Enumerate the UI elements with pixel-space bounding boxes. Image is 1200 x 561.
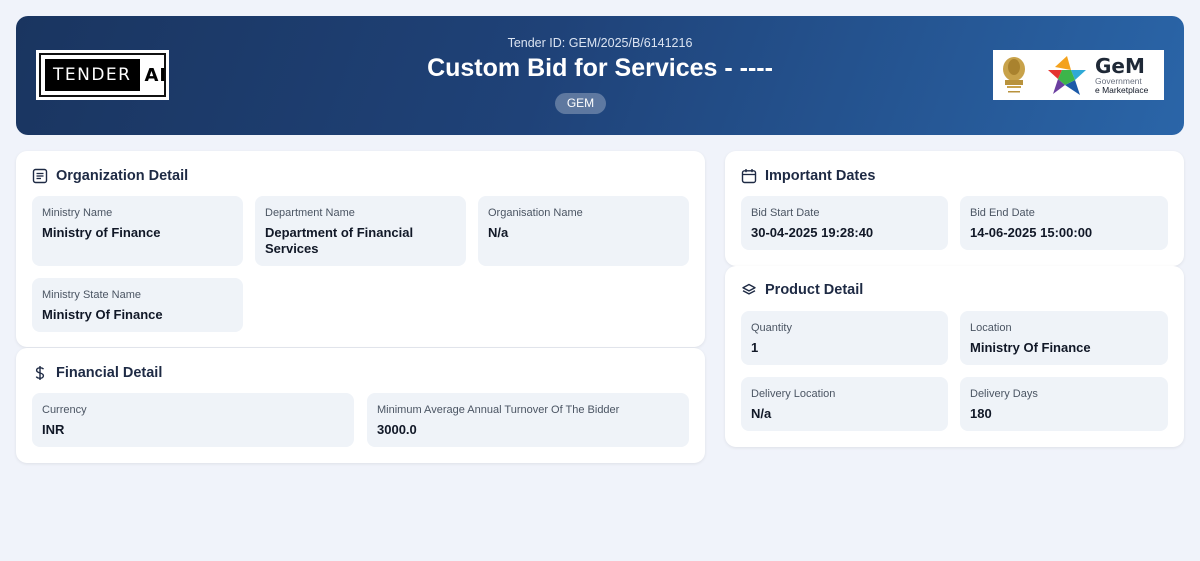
- ministry-state-name-field: Ministry State Name Ministry Of Finance: [32, 278, 243, 332]
- organisation-name-field: Organisation Name N/a: [478, 196, 689, 266]
- header-banner: TENDER AI Tender ID: GEM/2025/B/6141216 …: [16, 16, 1184, 135]
- organization-detail-card: Organization Detail Ministry Name Minist…: [16, 151, 705, 347]
- gem-word: GeM: [1095, 53, 1145, 78]
- source-badge: GEM: [555, 93, 606, 114]
- national-emblem-icon: [1003, 57, 1025, 93]
- delivery-days-field: Delivery Days 180: [960, 377, 1168, 431]
- currency-field: Currency INR: [32, 393, 354, 447]
- department-name-field: Department Name Department of Financial …: [255, 196, 466, 266]
- dollar-icon: [35, 366, 45, 380]
- bid-end-date-field: Bid End Date 14-06-2025 15:00:00: [960, 196, 1168, 250]
- bid-start-date-field: Bid Start Date 30-04-2025 19:28:40: [741, 196, 948, 250]
- delivery-location-field: Delivery Location N/a: [741, 377, 948, 431]
- product-detail-card: Product Detail Quantity 1 Location Minis…: [725, 266, 1184, 447]
- location-field: Location Ministry Of Finance: [960, 311, 1168, 365]
- quantity-field: Quantity 1: [741, 311, 948, 365]
- important-dates-card: Important Dates Bid Start Date 30-04-202…: [725, 151, 1184, 266]
- list-icon: [32, 168, 48, 184]
- gem-subtitle-2: e Marketplace: [1095, 85, 1149, 95]
- layers-icon: [742, 283, 756, 295]
- gem-star-icon: [1048, 56, 1086, 95]
- tender-id: Tender ID: GEM/2025/B/6141216: [507, 36, 693, 50]
- gem-subtitle: Government: [1095, 75, 1142, 86]
- min-turnover-field: Minimum Average Annual Turnover Of The B…: [367, 393, 689, 447]
- financial-detail-card: Financial Detail Currency INR Minimum Av…: [16, 348, 705, 463]
- ministry-name-field: Ministry Name Ministry of Finance: [32, 196, 243, 266]
- financial-detail-title: Financial Detail: [56, 365, 163, 381]
- organization-detail-title: Organization Detail: [56, 168, 189, 184]
- product-detail-title: Product Detail: [765, 282, 864, 298]
- gem-logo[interactable]: GeM Government e Marketplace: [993, 50, 1164, 100]
- calendar-icon: [741, 169, 757, 184]
- important-dates-title: Important Dates: [765, 168, 876, 184]
